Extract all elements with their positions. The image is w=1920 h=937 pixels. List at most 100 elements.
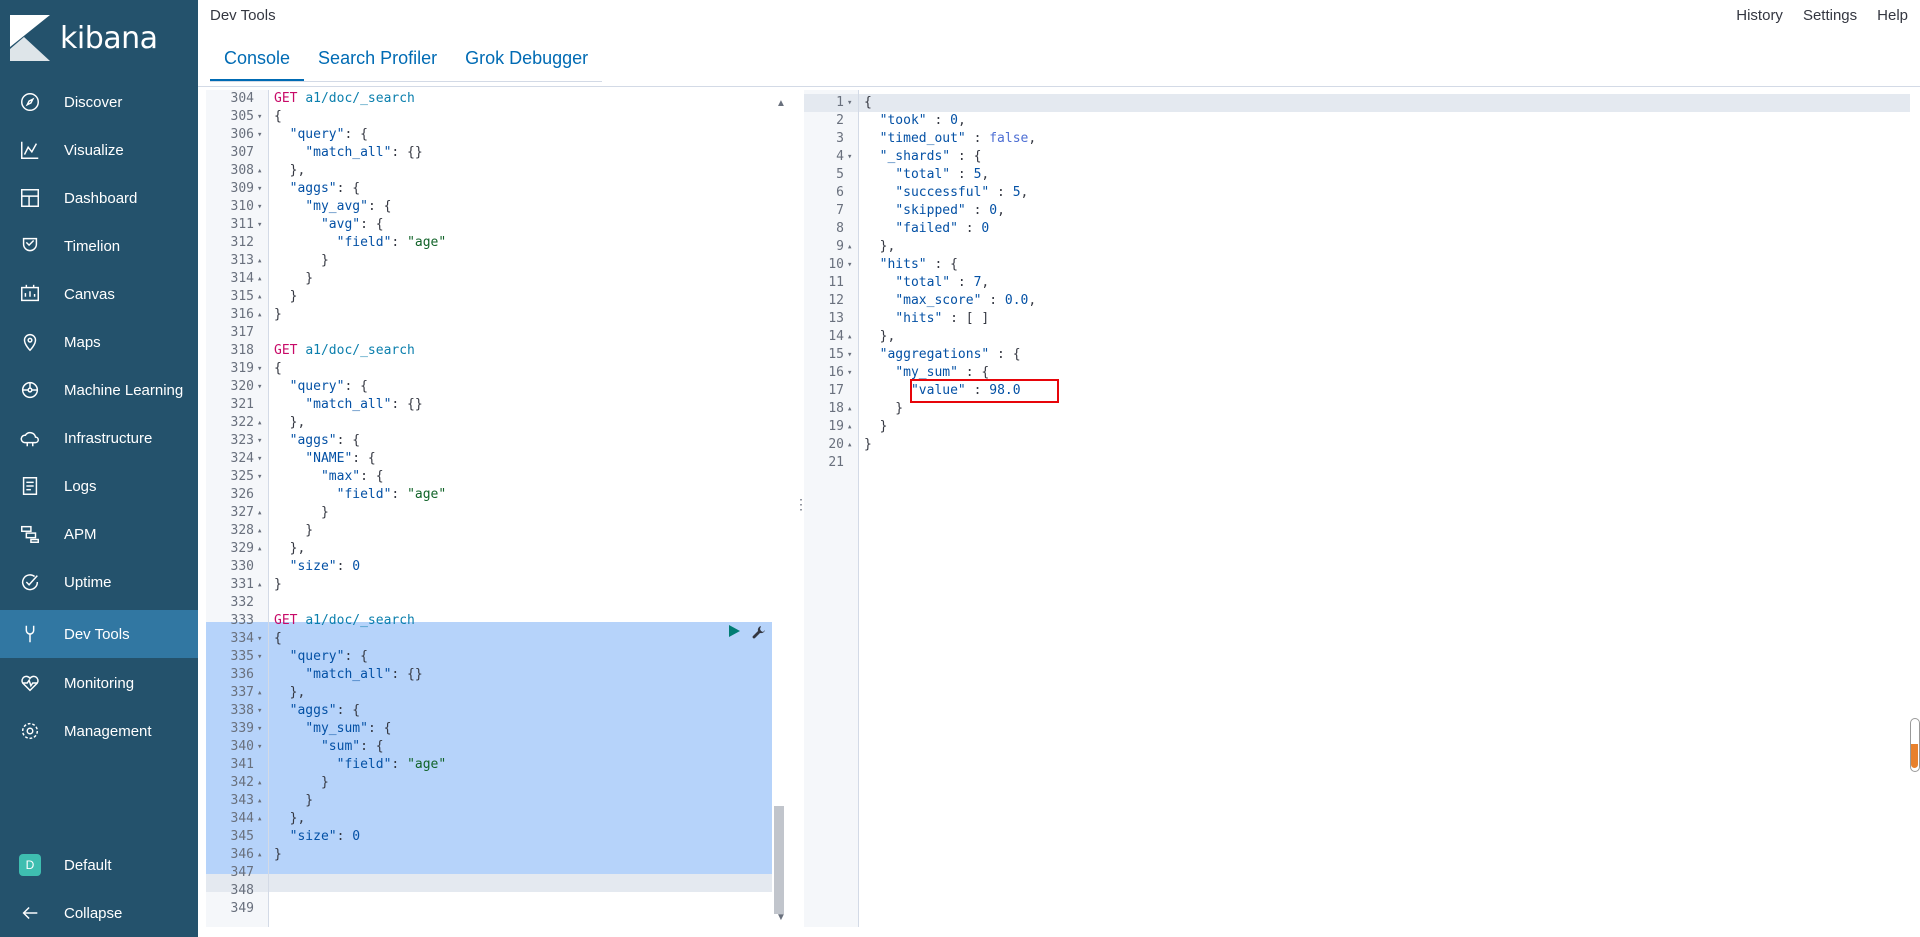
settings-link[interactable]: Settings	[1803, 7, 1857, 24]
sidebar-item-label: APM	[64, 525, 97, 543]
fold-toggle-icon[interactable]: ▾	[847, 148, 857, 166]
line-number: 319	[230, 361, 254, 376]
line-number: 328	[230, 523, 254, 538]
line-number: 335	[230, 649, 254, 664]
fold-toggle-icon[interactable]: ▴	[257, 270, 267, 288]
fold-toggle-icon[interactable]: ▾	[847, 346, 857, 364]
fold-toggle-icon[interactable]: ▾	[257, 630, 267, 648]
fold-toggle-icon[interactable]: ▾	[257, 198, 267, 216]
fold-toggle-icon[interactable]: ▴	[257, 414, 267, 432]
space-selector[interactable]: D Default	[0, 841, 198, 889]
response-output: 1 ▾{2 "took" : 0, 3 "timed_out" : false, 4 ▾…	[804, 90, 1914, 927]
fold-toggle-icon[interactable]: ▾	[257, 720, 267, 738]
line-number: 332	[230, 595, 254, 610]
code-text: "max_score" : 0.0,	[895, 293, 1037, 308]
tab-console[interactable]: Console	[210, 38, 305, 81]
fold-toggle-icon[interactable]: ▴	[257, 684, 267, 702]
canvas-icon	[18, 282, 42, 306]
line-number: 19	[828, 419, 844, 434]
sidebar-item-label: Uptime	[64, 573, 112, 591]
help-link[interactable]: Help	[1877, 7, 1908, 24]
fold-toggle-icon[interactable]: ▾	[847, 256, 857, 274]
sidebar-item-machine-learning[interactable]: Machine Learning	[0, 366, 198, 414]
sidebar-item-timelion[interactable]: Timelion	[0, 222, 198, 270]
sidebar-item-uptime[interactable]: Uptime	[0, 558, 198, 606]
code-text: },	[274, 415, 306, 430]
code-text: }	[274, 505, 329, 520]
fold-toggle-icon[interactable]: ▾	[257, 468, 267, 486]
wrench-icon[interactable]	[751, 624, 767, 640]
fold-toggle-icon[interactable]: ▴	[257, 522, 267, 540]
fold-toggle-icon[interactable]: ▴	[257, 792, 267, 810]
fold-toggle-icon[interactable]: ▾	[257, 450, 267, 468]
sidebar-item-apm[interactable]: APM	[0, 510, 198, 558]
fold-toggle-icon[interactable]: ▾	[257, 648, 267, 666]
code-text: "NAME": {	[305, 451, 376, 466]
fold-toggle-icon[interactable]: ▴	[257, 846, 267, 864]
fold-toggle-icon[interactable]: ▴	[847, 400, 857, 418]
fold-toggle-icon[interactable]: ▴	[847, 418, 857, 436]
tab-grok-debugger[interactable]: Grok Debugger	[451, 38, 602, 81]
sidebar-item-dev-tools[interactable]: Dev Tools	[0, 610, 198, 658]
fold-toggle-icon[interactable]: ▴	[257, 504, 267, 522]
sidebar-item-dashboard[interactable]: Dashboard	[0, 174, 198, 222]
line-number: 11	[828, 275, 844, 290]
fold-toggle-icon[interactable]: ▾	[847, 94, 857, 112]
fold-toggle-icon[interactable]: ▴	[257, 288, 267, 306]
line-number: 320	[230, 379, 254, 394]
code-text: "match_all": {}	[305, 397, 423, 412]
scroll-up-arrow-icon[interactable]: ▲	[776, 98, 786, 109]
line-number: 337	[230, 685, 254, 700]
sidebar-item-canvas[interactable]: Canvas	[0, 270, 198, 318]
editor-scroll-thumb[interactable]	[774, 806, 784, 914]
line-number: 4	[836, 149, 844, 164]
fold-toggle-icon[interactable]: ▴	[257, 252, 267, 270]
sidebar-item-monitoring[interactable]: Monitoring	[0, 659, 198, 707]
fold-toggle-icon[interactable]: ▴	[257, 540, 267, 558]
scroll-down-arrow-icon[interactable]: ▼	[776, 912, 786, 923]
fold-toggle-icon[interactable]: ▾	[257, 432, 267, 450]
play-icon[interactable]	[727, 624, 741, 638]
fold-toggle-icon[interactable]: ▾	[257, 702, 267, 720]
code-text: "query": {	[289, 649, 368, 664]
code-text: "sum": {	[320, 739, 384, 754]
sidebar-item-visualize[interactable]: Visualize	[0, 126, 198, 174]
fold-toggle-icon[interactable]: ▴	[257, 576, 267, 594]
sidebar-item-maps[interactable]: Maps	[0, 318, 198, 366]
code-text: },	[274, 685, 306, 700]
fold-toggle-icon[interactable]: ▴	[257, 306, 267, 324]
fold-toggle-icon[interactable]: ▾	[257, 180, 267, 198]
fold-toggle-icon[interactable]: ▴	[257, 810, 267, 828]
fold-toggle-icon[interactable]: ▾	[257, 108, 267, 126]
code-text: }	[274, 577, 282, 592]
sidebar-item-logs[interactable]: Logs	[0, 462, 198, 510]
line-number: 316	[230, 307, 254, 322]
code-text: "my_sum": {	[305, 721, 392, 736]
request-editor[interactable]: 304 GET a1/doc/_search 305 ▾{306 ▾ "query": …	[206, 90, 772, 927]
fold-toggle-icon[interactable]: ▴	[257, 162, 267, 180]
code-text: "aggregations" : {	[879, 347, 1021, 362]
collapse-button[interactable]: Collapse	[0, 889, 198, 937]
code-text: "field": "age"	[336, 757, 447, 772]
fold-toggle-icon[interactable]: ▴	[847, 328, 857, 346]
app-name: kibana	[60, 20, 158, 56]
line-number: 325	[230, 469, 254, 484]
fold-toggle-icon[interactable]: ▴	[847, 436, 857, 454]
fold-toggle-icon[interactable]: ▾	[257, 378, 267, 396]
fold-toggle-icon[interactable]: ▴	[257, 774, 267, 792]
fold-toggle-icon[interactable]: ▴	[847, 238, 857, 256]
fold-toggle-icon[interactable]: ▾	[257, 738, 267, 756]
tab-search-profiler[interactable]: Search Profiler	[304, 38, 451, 81]
kibana-logo[interactable]: kibana	[10, 14, 158, 62]
line-number: 308	[230, 163, 254, 178]
sidebar-item-management[interactable]: Management	[0, 707, 198, 755]
history-link[interactable]: History	[1736, 7, 1783, 24]
editor-scrollbar[interactable]	[772, 98, 786, 922]
fold-toggle-icon[interactable]: ▾	[257, 126, 267, 144]
fold-toggle-icon[interactable]: ▾	[257, 360, 267, 378]
sidebar-item-infrastructure[interactable]: Infrastructure	[0, 414, 198, 462]
sidebar-item-discover[interactable]: Discover	[0, 78, 198, 126]
code-text: "query": {	[289, 127, 368, 142]
fold-toggle-icon[interactable]: ▾	[847, 364, 857, 382]
fold-toggle-icon[interactable]: ▾	[257, 216, 267, 234]
